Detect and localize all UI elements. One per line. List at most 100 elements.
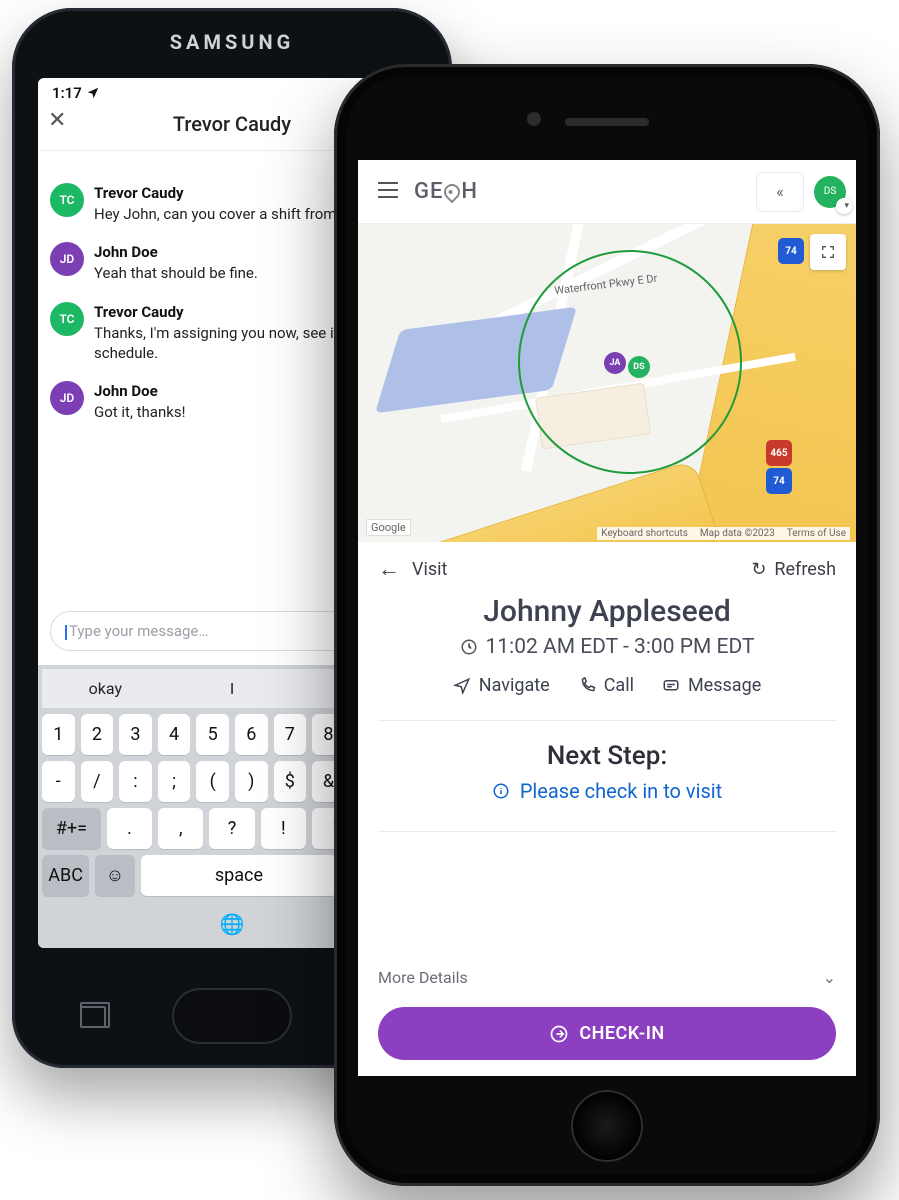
key[interactable]: $ xyxy=(274,761,307,802)
logo-text: H xyxy=(461,179,478,204)
interstate-shield-icon: 74 xyxy=(778,238,804,264)
checkin-alert: Please check in to visit xyxy=(378,779,836,803)
sender-name: John Doe xyxy=(94,381,185,402)
key[interactable]: 1 xyxy=(42,714,75,755)
client-name: Johnny Appleseed xyxy=(378,594,836,629)
key[interactable]: / xyxy=(81,761,114,802)
map-view[interactable]: Waterfront Pkwy E Dr JA DS 74 465 74 Goo… xyxy=(358,224,856,542)
more-details-label: More Details xyxy=(378,968,468,987)
google-attribution: Google xyxy=(366,519,411,536)
avatar: JD xyxy=(50,381,84,415)
breadcrumb: ← Visit ↻ Refresh xyxy=(378,556,836,582)
key[interactable]: ) xyxy=(235,761,268,802)
speaker-grille-icon xyxy=(565,118,649,126)
back-arrow-icon[interactable]: ← xyxy=(378,556,400,582)
key[interactable]: 3 xyxy=(119,714,152,755)
more-details-toggle[interactable]: More Details ⌄ xyxy=(378,956,836,999)
key[interactable]: 7 xyxy=(274,714,307,755)
location-arrow-icon xyxy=(86,86,100,100)
map-copyright: Map data ©2023 xyxy=(700,528,775,539)
visit-time: 11:02 AM EDT - 3:00 PM EDT xyxy=(378,635,836,659)
geoh-logo: GE H xyxy=(414,179,478,204)
collapse-button[interactable]: « xyxy=(756,172,804,212)
key[interactable]: ( xyxy=(196,761,229,802)
checkin-label: CHECK-IN xyxy=(579,1023,664,1044)
interstate-shield-icon: 74 xyxy=(766,468,792,494)
key-abc[interactable]: ABC xyxy=(42,855,89,896)
map-footer: Keyboard shortcuts Map data ©2023 Terms … xyxy=(597,527,850,540)
clock-icon xyxy=(460,638,478,656)
message-label: Message xyxy=(688,675,761,696)
iphone-frame: GE H « DS ▾ Waterfront Pkwy E Dr JA xyxy=(334,64,880,1186)
message-text: Got it, thanks! xyxy=(94,402,185,422)
iphone-home-button[interactable] xyxy=(571,1090,643,1162)
visit-actions: Navigate Call Message xyxy=(378,675,836,696)
avatar: TC xyxy=(50,302,84,336)
logo-pin-icon xyxy=(441,180,464,203)
samsung-wordmark: SAMSUNG xyxy=(12,30,452,54)
avatar: TC xyxy=(50,183,84,217)
chevron-double-left-icon: « xyxy=(776,182,784,201)
key[interactable]: 4 xyxy=(158,714,191,755)
phone-icon xyxy=(578,677,596,695)
refresh-label: Refresh xyxy=(774,559,836,580)
keyboard-shortcuts-link[interactable]: Keyboard shortcuts xyxy=(601,528,688,539)
avatar: JD xyxy=(50,242,84,276)
info-icon xyxy=(492,782,510,800)
key-symbols[interactable]: #+= xyxy=(42,808,101,849)
login-icon xyxy=(549,1024,569,1044)
message-input-placeholder: Type your message… xyxy=(69,622,208,640)
key[interactable]: . xyxy=(107,808,152,849)
suggestion[interactable]: I xyxy=(169,669,296,708)
interstate-shield-icon: 465 xyxy=(766,440,792,466)
message-text: Yeah that should be fine. xyxy=(94,263,258,283)
suggestion[interactable]: okay xyxy=(42,669,169,708)
close-icon[interactable]: ✕ xyxy=(48,108,66,133)
avatar-initials: DS xyxy=(824,186,837,197)
map-pin-self[interactable]: DS xyxy=(628,356,650,378)
android-recents-icon[interactable] xyxy=(80,1006,106,1028)
refresh-icon: ↻ xyxy=(751,559,766,580)
key[interactable]: ? xyxy=(209,808,254,849)
chevron-down-icon: ⌄ xyxy=(823,968,836,987)
key-space[interactable]: space xyxy=(141,855,338,896)
key[interactable]: 2 xyxy=(81,714,114,755)
map-pin-client[interactable]: JA xyxy=(604,352,626,374)
status-time: 1:17 xyxy=(52,84,82,102)
key[interactable]: 6 xyxy=(235,714,268,755)
divider xyxy=(378,720,836,721)
android-home-button[interactable] xyxy=(172,988,292,1044)
key[interactable]: , xyxy=(158,808,203,849)
key[interactable]: 5 xyxy=(196,714,229,755)
call-button[interactable]: Call xyxy=(578,675,634,696)
checkin-button[interactable]: CHECK-IN xyxy=(378,1007,836,1060)
geoh-app-screen: GE H « DS ▾ Waterfront Pkwy E Dr JA xyxy=(358,160,856,1076)
next-step-heading: Next Step: xyxy=(378,741,836,771)
message-button[interactable]: Message xyxy=(662,675,761,696)
divider xyxy=(378,831,836,832)
alert-text: Please check in to visit xyxy=(520,779,722,803)
chevron-down-icon: ▾ xyxy=(844,201,849,211)
navigate-button[interactable]: Navigate xyxy=(453,675,550,696)
call-label: Call xyxy=(604,675,634,696)
navigate-icon xyxy=(453,677,471,695)
chat-title: Trevor Caudy xyxy=(173,112,291,136)
breadcrumb-title: Visit xyxy=(412,559,447,580)
profile-avatar-button[interactable]: DS ▾ xyxy=(814,176,846,208)
app-topbar: GE H « DS ▾ xyxy=(358,160,856,224)
menu-icon[interactable] xyxy=(368,180,408,204)
refresh-button[interactable]: ↻ Refresh xyxy=(751,559,836,580)
front-camera-icon xyxy=(527,112,541,126)
visit-card: ← Visit ↻ Refresh Johnny Appleseed 11:02… xyxy=(358,542,856,1076)
key[interactable]: ! xyxy=(261,808,306,849)
visit-time-text: 11:02 AM EDT - 3:00 PM EDT xyxy=(486,635,755,659)
key-emoji[interactable]: ☺ xyxy=(95,855,134,896)
key[interactable]: : xyxy=(119,761,152,802)
key[interactable]: ; xyxy=(158,761,191,802)
sender-name: John Doe xyxy=(94,242,258,263)
navigate-label: Navigate xyxy=(479,675,550,696)
key[interactable]: - xyxy=(42,761,75,802)
terms-link[interactable]: Terms of Use xyxy=(787,528,846,539)
message-icon xyxy=(662,677,680,695)
fullscreen-button[interactable] xyxy=(810,234,846,270)
